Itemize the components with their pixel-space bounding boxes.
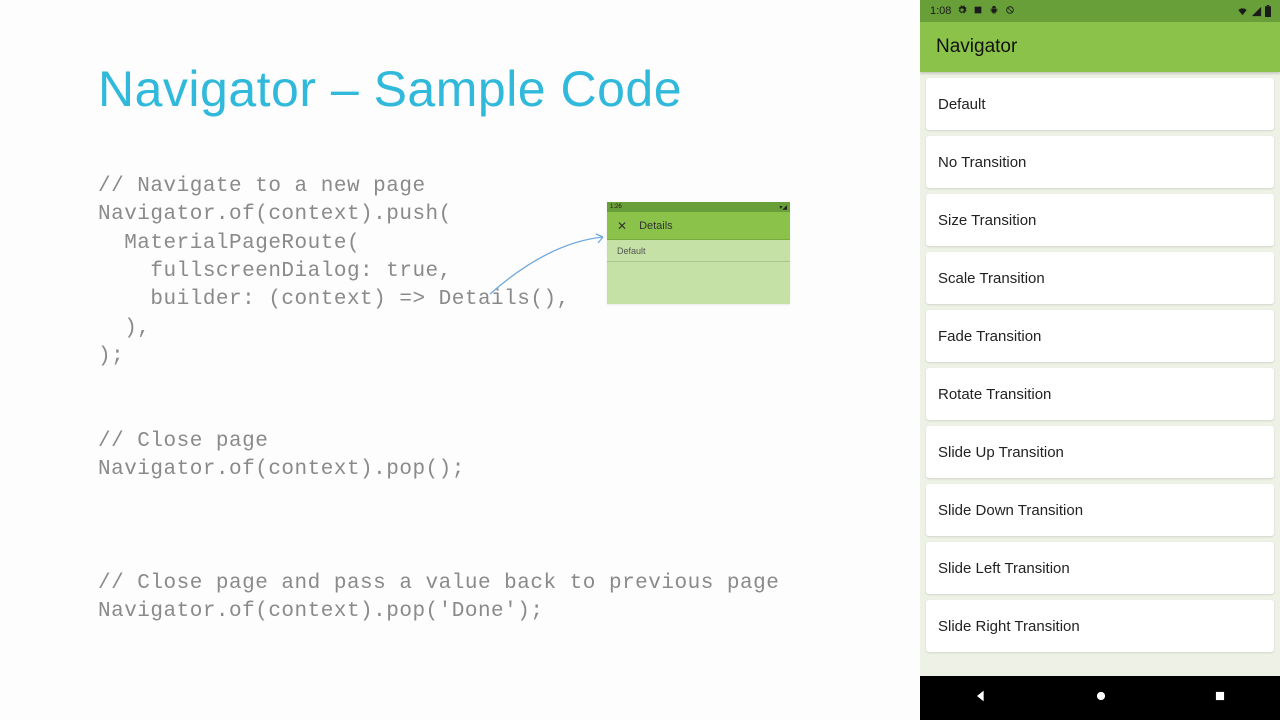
list-item-label: Rotate Transition	[938, 386, 1051, 403]
status-left: 1:08	[930, 5, 1015, 18]
list-item-label: No Transition	[938, 154, 1026, 171]
list-item[interactable]: Scale Transition	[926, 252, 1274, 304]
inset-appbar-title: Details	[639, 220, 673, 232]
list-item[interactable]: Slide Left Transition	[926, 542, 1274, 594]
list-item[interactable]: Slide Right Transition	[926, 600, 1274, 652]
list-item-label: Default	[938, 96, 986, 113]
list-item[interactable]: No Transition	[926, 136, 1274, 188]
inset-row-label: Default	[617, 246, 646, 256]
battery-icon	[1264, 5, 1272, 17]
list-item-label: Slide Left Transition	[938, 560, 1070, 577]
signal-icon	[1251, 6, 1262, 17]
list-item-label: Fade Transition	[938, 328, 1041, 345]
wifi-icon	[1236, 6, 1249, 17]
list-item[interactable]: Fade Transition	[926, 310, 1274, 362]
app-bar-title: Navigator	[936, 36, 1017, 58]
gear-icon	[957, 5, 967, 18]
android-nav-bar	[920, 676, 1280, 720]
list-item-label: Size Transition	[938, 212, 1036, 229]
slide-title: Navigator – Sample Code	[98, 60, 920, 118]
inset-phone-preview: 1:26 ▾◢ ✕ Details Default	[607, 202, 790, 304]
status-right	[1236, 5, 1272, 17]
transition-list: Default No Transition Size Transition Sc…	[920, 72, 1280, 676]
inset-app-bar: ✕ Details	[607, 212, 790, 240]
list-item-label: Slide Right Transition	[938, 618, 1080, 635]
inset-status-time: 1:26	[610, 204, 622, 210]
nav-home-icon[interactable]	[1094, 689, 1108, 708]
no-sign-icon	[1005, 5, 1015, 18]
list-item-label: Slide Up Transition	[938, 444, 1064, 461]
list-item-label: Scale Transition	[938, 270, 1045, 287]
status-time: 1:08	[930, 5, 951, 17]
inset-status-bar: 1:26 ▾◢	[607, 202, 790, 212]
nav-back-icon[interactable]	[973, 688, 989, 709]
status-bar: 1:08	[920, 0, 1280, 22]
inset-status-icons: ▾◢	[779, 204, 787, 211]
slide-area: Navigator – Sample Code // Navigate to a…	[0, 0, 920, 720]
phone-frame: 1:08 Navigato	[920, 0, 1280, 720]
list-item[interactable]: Default	[926, 78, 1274, 130]
list-item[interactable]: Slide Up Transition	[926, 426, 1274, 478]
nav-recent-icon[interactable]	[1213, 689, 1227, 708]
android-icon	[989, 5, 999, 18]
list-item[interactable]: Size Transition	[926, 194, 1274, 246]
close-icon[interactable]: ✕	[617, 220, 627, 232]
list-item[interactable]: Slide Down Transition	[926, 484, 1274, 536]
code-block: // Navigate to a new page Navigator.of(c…	[98, 173, 920, 627]
square-icon	[973, 5, 983, 18]
list-item-label: Slide Down Transition	[938, 502, 1083, 519]
inset-list-row: Default	[607, 240, 790, 262]
app-bar: Navigator	[920, 22, 1280, 72]
list-item[interactable]: Rotate Transition	[926, 368, 1274, 420]
